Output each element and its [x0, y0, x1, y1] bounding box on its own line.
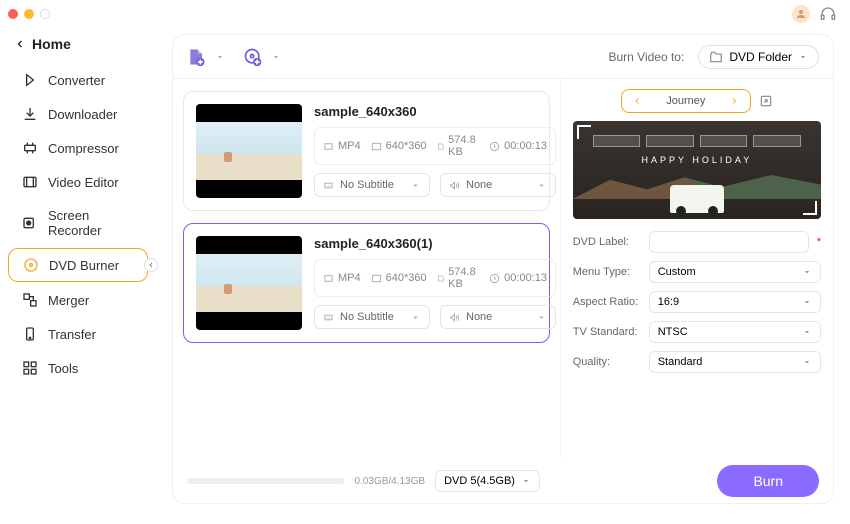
audio-select[interactable]: None — [440, 305, 556, 329]
merger-icon — [22, 292, 38, 308]
subtitle-icon — [323, 180, 334, 191]
menu-type-select[interactable]: Custom — [649, 261, 821, 283]
video-list: sample_640x360 MP4 640*360 574.8 KB 00:0… — [173, 79, 560, 459]
quality-label: Quality: — [573, 356, 643, 368]
sidebar-item-recorder[interactable]: Screen Recorder — [8, 200, 148, 246]
download-icon — [22, 106, 38, 122]
sidebar-collapse[interactable] — [144, 258, 158, 272]
sidebar-item-label: Downloader — [48, 107, 117, 122]
sidebar-item-label: Video Editor — [48, 175, 119, 190]
dvd-label-label: DVD Label: — [573, 236, 643, 248]
video-thumbnail — [196, 236, 302, 330]
disc-capacity-bar — [187, 478, 344, 484]
editor-icon — [22, 174, 38, 190]
sidebar-item-merger[interactable]: Merger — [8, 284, 148, 316]
settings-panel: Journey HAPPY HOLIDAY DVD Label: * Menu … — [560, 79, 833, 459]
sidebar-item-label: Transfer — [48, 327, 96, 342]
home-label: Home — [32, 36, 71, 52]
menu-preview: HAPPY HOLIDAY — [573, 121, 821, 219]
disc-icon — [23, 257, 39, 273]
sidebar: Home Converter Downloader Compressor Vid… — [0, 28, 156, 524]
prev-template[interactable] — [632, 94, 642, 108]
video-thumbnail — [196, 104, 302, 198]
audio-select[interactable]: None — [440, 173, 556, 197]
sidebar-item-label: Merger — [48, 293, 89, 308]
chevron-down-icon — [536, 312, 547, 323]
menu-type-label: Menu Type: — [573, 266, 643, 278]
sidebar-item-compressor[interactable]: Compressor — [8, 132, 148, 164]
video-meta: MP4 640*360 574.8 KB 00:00:13 — [314, 259, 556, 297]
sidebar-item-label: Tools — [48, 361, 78, 376]
minimize-window[interactable] — [24, 9, 34, 19]
user-avatar[interactable] — [792, 5, 810, 23]
video-title: sample_640x360 — [314, 104, 556, 119]
disc-type-select[interactable]: DVD 5(4.5GB) — [435, 470, 540, 492]
add-file-dropdown[interactable] — [215, 52, 225, 62]
video-card[interactable]: sample_640x360(1) MP4 640*360 574.8 KB 0… — [183, 223, 550, 343]
chevron-down-icon — [410, 312, 421, 323]
burn-button[interactable]: Burn — [717, 465, 819, 497]
maximize-window[interactable] — [40, 9, 50, 19]
converter-icon — [22, 72, 38, 88]
burn-to-select[interactable]: DVD Folder — [698, 45, 819, 69]
sidebar-item-downloader[interactable]: Downloader — [8, 98, 148, 130]
next-template[interactable] — [729, 94, 739, 108]
aspect-ratio-select[interactable]: 16:9 — [649, 291, 821, 313]
sidebar-item-tools[interactable]: Tools — [8, 352, 148, 384]
video-card[interactable]: sample_640x360 MP4 640*360 574.8 KB 00:0… — [183, 91, 550, 211]
sidebar-item-label: DVD Burner — [49, 258, 119, 273]
tv-standard-select[interactable]: NTSC — [649, 321, 821, 343]
tv-standard-label: TV Standard: — [573, 326, 643, 338]
burn-to-label: Burn Video to: — [608, 50, 684, 64]
quality-select[interactable]: Standard — [649, 351, 821, 373]
home-link[interactable]: Home — [0, 30, 156, 58]
aspect-ratio-label: Aspect Ratio: — [573, 296, 643, 308]
audio-icon — [449, 180, 460, 191]
close-window[interactable] — [8, 9, 18, 19]
disc-capacity-text: 0.03GB/4.13GB — [354, 476, 425, 487]
chevron-down-icon — [410, 180, 421, 191]
add-folder-button[interactable] — [243, 47, 263, 67]
sidebar-item-label: Screen Recorder — [48, 208, 134, 238]
add-file-button[interactable] — [187, 47, 207, 67]
sidebar-item-label: Converter — [48, 73, 105, 88]
audio-icon — [449, 312, 460, 323]
support-icon[interactable] — [820, 6, 836, 22]
compressor-icon — [22, 140, 38, 156]
tools-icon — [22, 360, 38, 376]
add-folder-dropdown[interactable] — [271, 52, 281, 62]
video-meta: MP4 640*360 574.8 KB 00:00:13 — [314, 127, 556, 165]
sidebar-item-editor[interactable]: Video Editor — [8, 166, 148, 198]
sidebar-item-dvd-burner[interactable]: DVD Burner — [8, 248, 148, 282]
recorder-icon — [22, 215, 38, 231]
dvd-label-input[interactable] — [649, 231, 809, 253]
sidebar-item-label: Compressor — [48, 141, 119, 156]
sidebar-item-transfer[interactable]: Transfer — [8, 318, 148, 350]
transfer-icon — [22, 326, 38, 342]
subtitle-select[interactable]: No Subtitle — [314, 305, 430, 329]
edit-template-icon[interactable] — [759, 94, 773, 108]
main-panel: Burn Video to: DVD Folder sample_640x360… — [172, 34, 834, 504]
subtitle-select[interactable]: No Subtitle — [314, 173, 430, 197]
template-name: Journey — [666, 95, 705, 107]
required-indicator: * — [817, 236, 821, 248]
chevron-down-icon — [536, 180, 547, 191]
template-selector: Journey — [621, 89, 751, 113]
subtitle-icon — [323, 312, 334, 323]
sidebar-item-converter[interactable]: Converter — [8, 64, 148, 96]
video-title: sample_640x360(1) — [314, 236, 556, 251]
